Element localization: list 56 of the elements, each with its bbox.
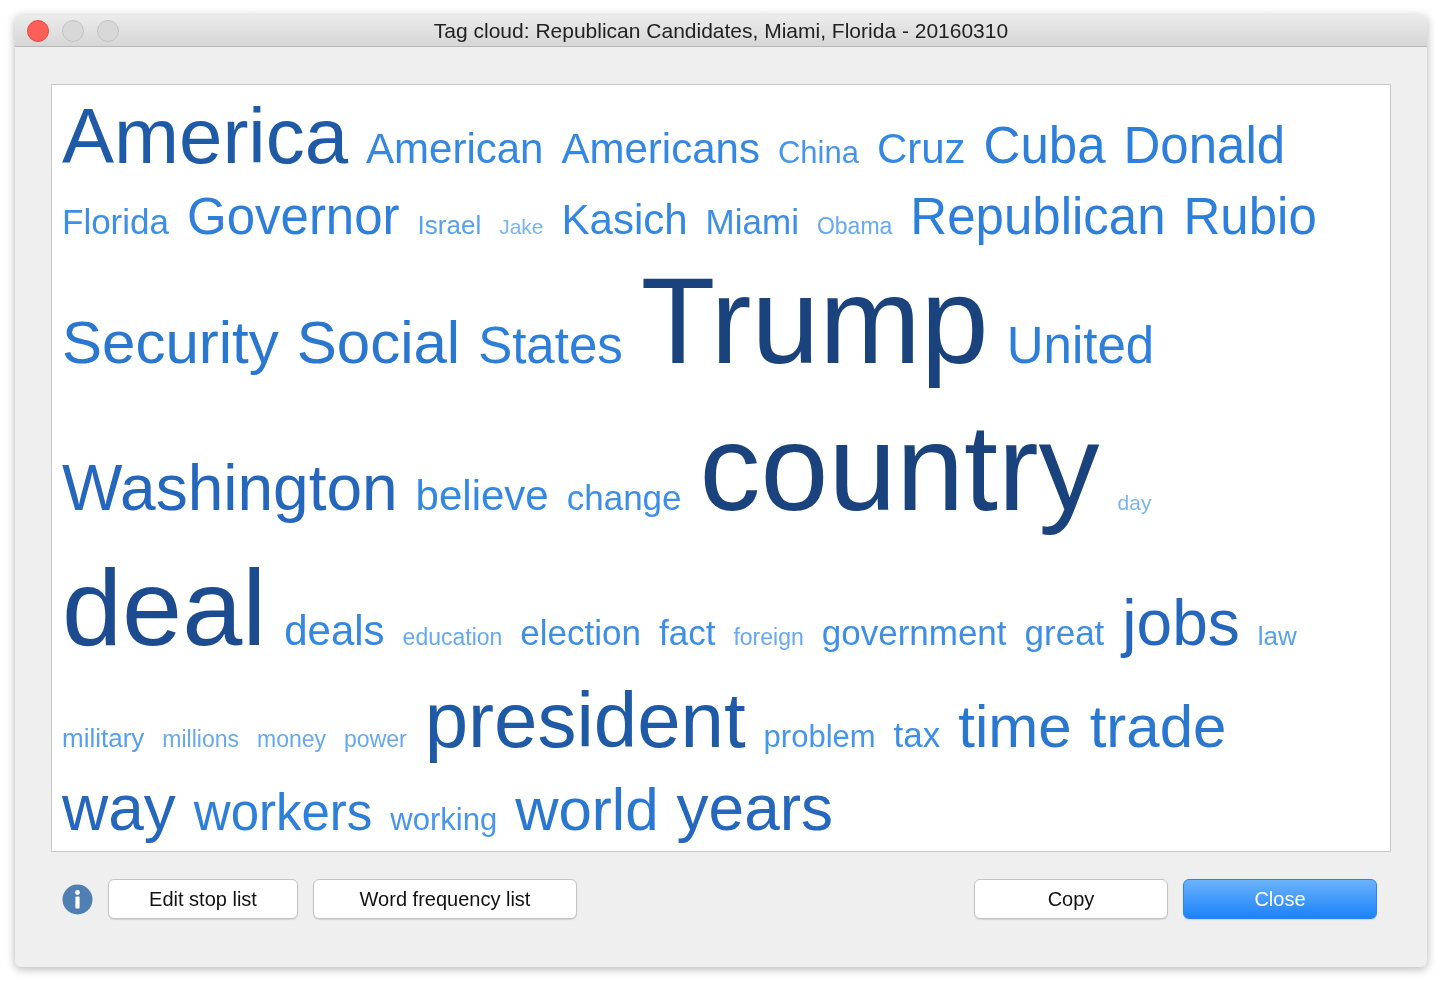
tag-word: working [390,801,498,838]
tag-word: Kasich [561,195,688,245]
tag-word: workers [193,782,373,842]
tag-word: president [424,675,746,766]
tag-word: time [958,692,1072,762]
tag-word: way [62,770,176,845]
tag-word: law [1257,620,1297,651]
tag-word: problem [763,719,876,755]
tag-word: fact [659,612,716,654]
info-icon[interactable] [62,883,93,915]
tag-word: Republican [910,186,1166,246]
tag-word: Obama [816,212,893,240]
tag-word: deal [62,545,267,670]
tag-word: States [478,316,623,376]
tag-word: tax [893,715,941,756]
dialog-button[interactable]: Word frequency list [313,879,577,919]
tag-word: country [699,398,1100,538]
tag-word: power [344,726,407,753]
dialog-button[interactable]: Edit stop list [108,879,298,919]
tag-word: Donald [1123,116,1286,176]
tag-word: Governor [187,186,400,246]
tag-word: China [777,135,859,171]
tag-word: Cruz [876,125,966,174]
tag-word: deals [284,606,385,656]
tag-word: years [676,770,834,845]
tag-word: Rubio [1183,186,1317,246]
tag-word: jobs [1122,585,1240,660]
tag-word: Americans [561,125,760,174]
tag-word: Israel [417,209,482,240]
tag-word: Trump [640,252,989,392]
tag-word: believe [415,471,549,521]
tag-word: election [520,612,641,654]
tag-word: American [366,125,544,174]
dialog-button[interactable]: Copy [974,879,1168,919]
tag-word: world [515,774,659,845]
tag-word: Miami [705,201,799,243]
close-button[interactable] [27,19,49,42]
tag-word: Security [62,308,279,378]
tag-word: foreign [733,623,804,651]
tag-word: government [821,612,1007,654]
tag-word: great [1024,612,1105,654]
tag-word: change [566,477,682,519]
tag-word: Florida [62,201,169,243]
tag-word: Jake [499,214,544,240]
tag-word: Social [296,308,461,378]
tag-word: Washington [62,450,398,526]
tag-word: trade [1089,692,1227,762]
tag-word: military [62,723,145,754]
tag-word: United [1006,316,1155,376]
window-title: Tag cloud: Republican Candidates, Miami, Florida - 20160310 [433,18,1009,43]
tag-word: Cuba [983,116,1106,176]
tag-word: day [1117,490,1152,516]
tag-word: money [257,726,327,753]
tag-word: America [62,91,349,182]
tag-word: millions [162,726,240,753]
tag-word: education [402,623,503,651]
